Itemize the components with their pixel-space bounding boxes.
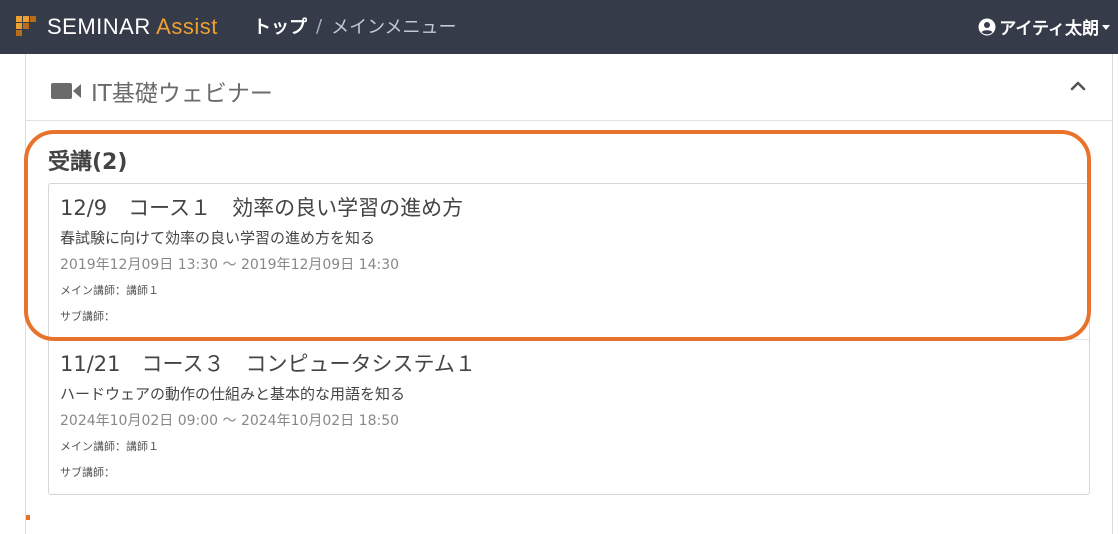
course-list: 12/9 コース１ 効率の良い学習の進め方 春試験に向けて効率の良い学習の進め方… <box>48 183 1090 495</box>
course-main-lecturer: メイン講師：講師１ <box>60 440 159 453</box>
grid-logo-icon <box>16 16 38 38</box>
course-description: ハードウェアの動作の仕組みと基本的な用語を知る <box>60 385 406 403</box>
course-item[interactable]: 12/9 コース１ 効率の良い学習の進め方 春試験に向けて効率の良い学習の進め方… <box>49 184 1089 339</box>
collapse-button[interactable] <box>1068 76 1088 96</box>
top-navbar: SEMINAR Assist トップ / メインメニュー アイティ太朗 <box>0 0 1118 54</box>
breadcrumb-top-link[interactable]: トップ <box>253 13 307 39</box>
attendance-section-title: 受講(2) <box>48 150 128 175</box>
card-header: IT基礎ウェビナー <box>26 54 1112 121</box>
course-time: 2024年10月02日 09:00 ～ 2024年10月02日 18:50 <box>60 413 400 429</box>
video-camera-icon <box>51 83 81 99</box>
course-item[interactable]: 11/21 コース３ コンピュータシステム１ ハードウェアの動作の仕組みと基本的… <box>49 339 1089 494</box>
course-sub-lecturer: サブ講師： <box>60 310 115 323</box>
brand-accent: Assist <box>156 14 218 39</box>
user-menu-dropdown[interactable]: アイティ太朗 <box>978 14 1110 39</box>
annotation-mark <box>26 515 30 520</box>
course-title: 11/21 コース３ コンピュータシステム１ <box>60 352 476 376</box>
card-title-text: IT基礎ウェビナー <box>91 81 273 107</box>
chevron-up-icon <box>1070 81 1086 91</box>
card-title: IT基礎ウェビナー <box>51 74 273 108</box>
course-main-lecturer: メイン講師：講師１ <box>60 284 159 297</box>
course-description: 春試験に向けて効率の良い学習の進め方を知る <box>60 229 376 247</box>
breadcrumb: トップ / メインメニュー <box>253 13 457 39</box>
caret-down-icon <box>1102 25 1110 30</box>
course-sub-lecturer: サブ講師： <box>60 466 115 479</box>
breadcrumb-separator: / <box>316 15 323 37</box>
seminar-card: IT基礎ウェビナー 受講(2) 12/9 コース１ 効率の良い学習の進め方 春試… <box>25 54 1113 534</box>
course-title: 12/9 コース１ 効率の良い学習の進め方 <box>60 196 464 220</box>
user-name: アイティ太朗 <box>999 19 1099 39</box>
course-time: 2019年12月09日 13:30 ～ 2019年12月09日 14:30 <box>60 257 400 273</box>
user-circle-icon <box>978 18 996 35</box>
brand-name: SEMINAR Assist <box>47 14 218 39</box>
breadcrumb-current: メインメニュー <box>331 17 457 38</box>
brand-logo-link[interactable]: SEMINAR Assist <box>16 14 218 40</box>
